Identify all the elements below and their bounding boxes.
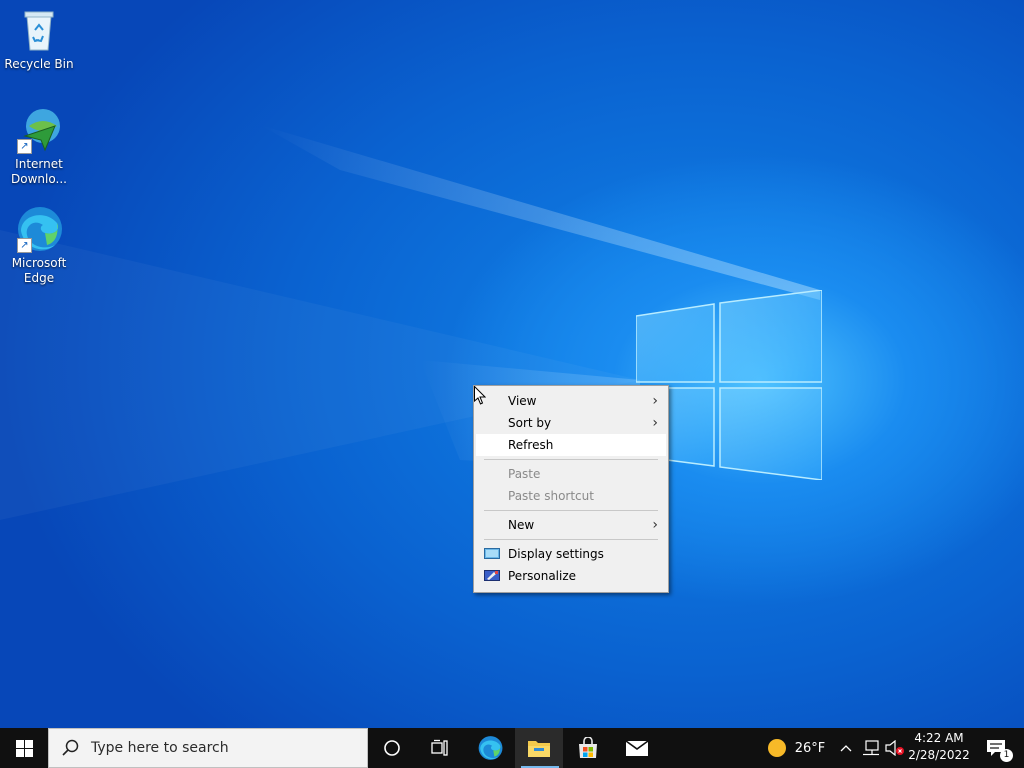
- sun-icon: [767, 739, 786, 757]
- menu-item-view[interactable]: View ›: [476, 390, 666, 412]
- menu-item-paste[interactable]: Paste: [476, 463, 666, 485]
- mail-icon: [625, 740, 649, 756]
- volume-button[interactable]: [884, 728, 906, 768]
- taskbar-file-explorer-button[interactable]: [515, 728, 563, 768]
- windows-start-icon: [15, 739, 33, 757]
- taskbar-mail-button[interactable]: [613, 728, 661, 768]
- shortcut-arrow-icon: ↗: [17, 238, 32, 253]
- chevron-up-icon: [840, 745, 852, 752]
- network-icon: [863, 740, 879, 756]
- menu-item-display-settings[interactable]: Display settings: [476, 543, 666, 565]
- taskbar-store-button[interactable]: [564, 728, 612, 768]
- microsoft-store-icon: [579, 737, 597, 758]
- taskbar: Type here to search 26°F 4:22 AM 2/28/20…: [0, 728, 1024, 768]
- personalize-icon: [484, 570, 500, 581]
- cortana-button[interactable]: [368, 728, 416, 768]
- chevron-right-icon: ›: [652, 517, 658, 533]
- desktop-icon-recycle-bin[interactable]: Recycle Bin: [4, 6, 74, 72]
- cortana-icon: [384, 740, 400, 756]
- menu-item-refresh[interactable]: Refresh: [476, 434, 666, 456]
- volume-muted-icon: [885, 740, 904, 756]
- show-hidden-icons-button[interactable]: [836, 728, 856, 768]
- desktop-icon-internet-download-manager[interactable]: ↗ Internet Downlo...: [4, 106, 74, 187]
- network-button[interactable]: [860, 728, 882, 768]
- search-icon: [62, 739, 79, 756]
- weather-temperature: 26°F: [794, 740, 826, 756]
- clock-date: 2/28/2022: [908, 748, 970, 762]
- menu-separator: [484, 539, 658, 540]
- menu-item-paste-shortcut[interactable]: Paste shortcut: [476, 485, 666, 507]
- menu-item-sort-by[interactable]: Sort by ›: [476, 412, 666, 434]
- menu-item-new[interactable]: New ›: [476, 514, 666, 536]
- edge-icon: [478, 736, 503, 760]
- desktop-icon-microsoft-edge[interactable]: ↗ Microsoft Edge: [4, 205, 74, 286]
- task-view-icon: [431, 739, 448, 756]
- recycle-bin-icon: [24, 11, 54, 51]
- taskbar-clock[interactable]: 4:22 AM 2/28/2022: [906, 730, 972, 764]
- clock-time: 4:22 AM: [914, 731, 964, 745]
- action-center-button[interactable]: 1: [978, 728, 1014, 768]
- chevron-right-icon: ›: [652, 415, 658, 431]
- shortcut-arrow-icon: ↗: [17, 139, 32, 154]
- chevron-right-icon: ›: [652, 393, 658, 409]
- display-icon: [484, 548, 500, 559]
- desktop-context-menu: View › Sort by › Refresh Paste Paste sho…: [473, 385, 669, 593]
- taskbar-search-box[interactable]: Type here to search: [48, 728, 368, 768]
- menu-separator: [484, 510, 658, 511]
- weather-widget[interactable]: 26°F: [760, 728, 832, 768]
- start-button[interactable]: [0, 728, 48, 768]
- taskbar-edge-button[interactable]: [466, 728, 514, 768]
- mouse-cursor-icon: [474, 386, 486, 405]
- notification-count-badge: 1: [1000, 749, 1013, 762]
- menu-item-personalize[interactable]: Personalize: [476, 565, 666, 587]
- wallpaper-light-beams: [0, 125, 820, 520]
- search-placeholder: Type here to search: [91, 740, 229, 756]
- file-explorer-icon: [528, 741, 550, 757]
- menu-separator: [484, 459, 658, 460]
- task-view-button[interactable]: [416, 728, 464, 768]
